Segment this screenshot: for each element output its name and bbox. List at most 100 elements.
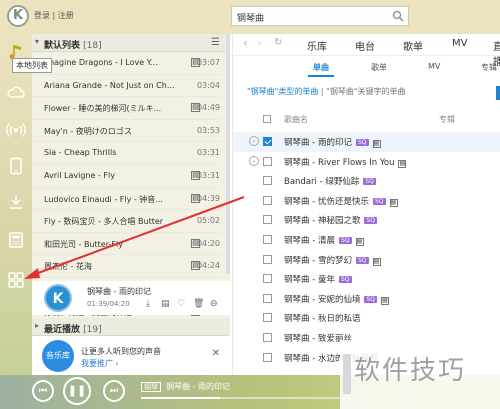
cloud-icon[interactable]: [6, 82, 26, 102]
scope-type-link[interactable]: "钢琴曲"类型的单曲: [247, 87, 318, 96]
song-item[interactable]: Fly - 数码宝贝 - 多人合唱 Butter 05:02: [32, 210, 222, 233]
result-row[interactable]: 钢琴曲 - 清晨 SQ ▤: [233, 230, 500, 250]
mv-icon[interactable]: ▤: [355, 238, 364, 246]
song-item[interactable]: 和田光司 - Butter-Fly ▤ 04:20: [32, 233, 222, 256]
result-row[interactable]: 钢琴曲 - 童年 SQ: [233, 269, 500, 289]
select-all-checkbox[interactable]: [263, 115, 271, 123]
row-checkbox[interactable]: [263, 176, 272, 186]
phone-icon[interactable]: [6, 156, 26, 176]
list-menu-icon[interactable]: ☰: [211, 37, 220, 48]
result-row[interactable]: 钢琴曲 - 雪的梦幻 SQ ▤: [233, 250, 500, 270]
result-song-name[interactable]: 钢琴曲 - 清晨: [284, 236, 335, 246]
result-song-name[interactable]: 钢琴曲 - 安妮的仙境: [284, 295, 360, 305]
pause-button[interactable]: ❚❚: [63, 377, 91, 405]
expand-icon[interactable]: ⌄: [249, 136, 259, 146]
row-checkbox[interactable]: [263, 156, 272, 166]
result-row[interactable]: 钢琴曲 - 秋日的私语: [233, 308, 500, 328]
row-checkbox[interactable]: [263, 215, 272, 225]
result-song-name[interactable]: 钢琴曲 - 童年: [284, 275, 335, 285]
login-link[interactable]: 登录: [34, 11, 50, 20]
nav-mv[interactable]: MV: [452, 38, 467, 49]
next-button[interactable]: ⏭: [103, 380, 125, 402]
result-song-name[interactable]: 钢琴曲 - 神秘园之歌: [284, 216, 360, 226]
default-list-title: 默认列表: [44, 41, 81, 51]
result-song-name[interactable]: 钢琴曲 - 雨的印记: [284, 138, 352, 148]
tab-playlists[interactable]: 歌单: [371, 62, 387, 73]
download-song-icon[interactable]: ⤓: [146, 299, 150, 309]
promo-banner[interactable]: 音乐库 让更多人听到您的声音 我要推广 › ✕: [32, 336, 230, 375]
delete-icon[interactable]: 🗑: [193, 299, 204, 309]
play-all-button[interactable]: [496, 86, 500, 100]
tab-songs[interactable]: 单曲: [313, 62, 329, 73]
default-list-header[interactable]: ▾ 默认列表 [18] ☰: [32, 34, 230, 52]
result-song-name[interactable]: 钢琴曲 - 忧伤还是快乐: [284, 197, 369, 207]
song-name: Sia - Cheap Thrills: [44, 148, 117, 158]
expand-arrow-icon[interactable]: ▸: [35, 321, 39, 330]
tab-albums[interactable]: 专辑: [481, 62, 497, 73]
row-checkbox[interactable]: [263, 137, 272, 146]
favorite-icon[interactable]: ♡: [177, 299, 185, 309]
now-playing-tag[interactable]: 钢琴: [141, 382, 161, 392]
forward-icon[interactable]: ›: [257, 36, 262, 50]
radio-icon[interactable]: [6, 120, 26, 140]
back-icon[interactable]: ‹: [243, 36, 248, 50]
row-checkbox[interactable]: [263, 313, 272, 323]
close-icon[interactable]: ✕: [212, 348, 220, 359]
nav-playlists[interactable]: 歌单: [403, 38, 423, 53]
download-icon[interactable]: [6, 192, 26, 212]
expand-icon[interactable]: ⌄: [249, 155, 259, 166]
song-item[interactable]: Ariana Grande - Not Just on Ch... 03:04: [32, 75, 222, 98]
nav-library[interactable]: 乐库: [307, 38, 327, 53]
song-item[interactable]: Flower - 睡の美的梯河(ミルキ... ▤ 04:49: [32, 97, 222, 120]
scope-keyword-link[interactable]: "钢琴曲"关键字的单曲: [326, 87, 405, 96]
row-checkbox[interactable]: [263, 274, 272, 284]
mv-icon[interactable]: ▤: [372, 257, 381, 266]
result-row[interactable]: 钢琴曲 - 安妮的仙境 SQ ▤: [233, 289, 500, 309]
result-row[interactable]: Bandari - 绿野仙踪 SQ: [233, 171, 500, 191]
calculator-icon[interactable]: [6, 230, 26, 250]
more-icon[interactable]: ⊖: [210, 299, 218, 309]
apps-icon[interactable]: [6, 270, 26, 290]
mv-icon[interactable]: ▤: [389, 198, 398, 207]
result-song-name[interactable]: 钢琴曲 - River Flows In You: [284, 158, 394, 168]
row-checkbox[interactable]: [263, 235, 272, 244]
row-checkbox[interactable]: [263, 333, 272, 342]
register-link[interactable]: 注册: [58, 11, 74, 20]
top-nav: ‹ › ↻ 乐库 电台 歌单 MV 直播: [233, 34, 500, 68]
progress-bar[interactable]: [141, 397, 350, 399]
mv-icon[interactable]: ▤: [161, 299, 170, 309]
result-row[interactable]: ⌄ 钢琴曲 - River Flows In You ▤: [233, 152, 500, 172]
recent-list-header[interactable]: ▸ 最近播放 [19]: [32, 318, 230, 336]
current-song-item[interactable]: K 钢琴曲 - 雨的印记 01:39/04:20 ⤓ ▤ ♡ 🗑 ⊖: [32, 281, 230, 315]
song-item[interactable]: Avril Lavigne - Fly ▤ 03:31: [32, 165, 222, 188]
song-item[interactable]: Sia - Cheap Thrills 03:31: [32, 142, 222, 165]
tab-mv[interactable]: MV: [428, 62, 440, 71]
song-item[interactable]: Imagine Dragons - I Love Y... ▤ 03:07: [32, 52, 222, 75]
row-checkbox[interactable]: [263, 293, 272, 303]
row-checkbox[interactable]: [263, 195, 272, 205]
promo-link[interactable]: 我要推广 ›: [81, 358, 119, 369]
nav-radio[interactable]: 电台: [355, 38, 375, 53]
search-icon[interactable]: [392, 10, 404, 22]
result-song-name[interactable]: 钢琴曲 - 秋日的私语: [284, 314, 360, 324]
mv-icon[interactable]: ▤: [398, 159, 407, 168]
search-input[interactable]: 钢琴曲: [237, 11, 264, 24]
song-item[interactable]: 周杰伦 - 花海 ▤ 04:24: [32, 255, 222, 278]
collapse-arrow-icon[interactable]: ▾: [35, 37, 39, 46]
result-row[interactable]: 钢琴曲 - 神秘园之歌 SQ: [233, 210, 500, 230]
result-row[interactable]: 钢琴曲 - 忧伤还是快乐 SQ ▤: [233, 191, 500, 211]
mv-icon[interactable]: ▤: [372, 140, 381, 148]
playlist-scrollbar[interactable]: [226, 34, 230, 274]
mv-icon[interactable]: ▤: [381, 296, 390, 305]
row-checkbox[interactable]: [263, 352, 272, 362]
app-logo[interactable]: K: [7, 5, 29, 27]
previous-button[interactable]: ⏮: [32, 380, 54, 402]
song-item[interactable]: May'n - 夜明けのロゴス 03:53: [32, 120, 222, 143]
search-box[interactable]: 钢琴曲: [231, 6, 409, 26]
result-song-name[interactable]: 钢琴曲 - 雪的梦幻: [284, 256, 352, 266]
row-checkbox[interactable]: [263, 254, 272, 264]
result-row[interactable]: ⌄ 钢琴曲 - 雨的印记 SQ ▤: [233, 132, 500, 152]
result-song-name[interactable]: Bandari - 绿野仙踪: [284, 177, 359, 187]
refresh-icon[interactable]: ↻: [274, 37, 282, 48]
song-item[interactable]: Ludovico Einaudi - Fly - 钟音... ▤ 04:39: [32, 188, 222, 211]
